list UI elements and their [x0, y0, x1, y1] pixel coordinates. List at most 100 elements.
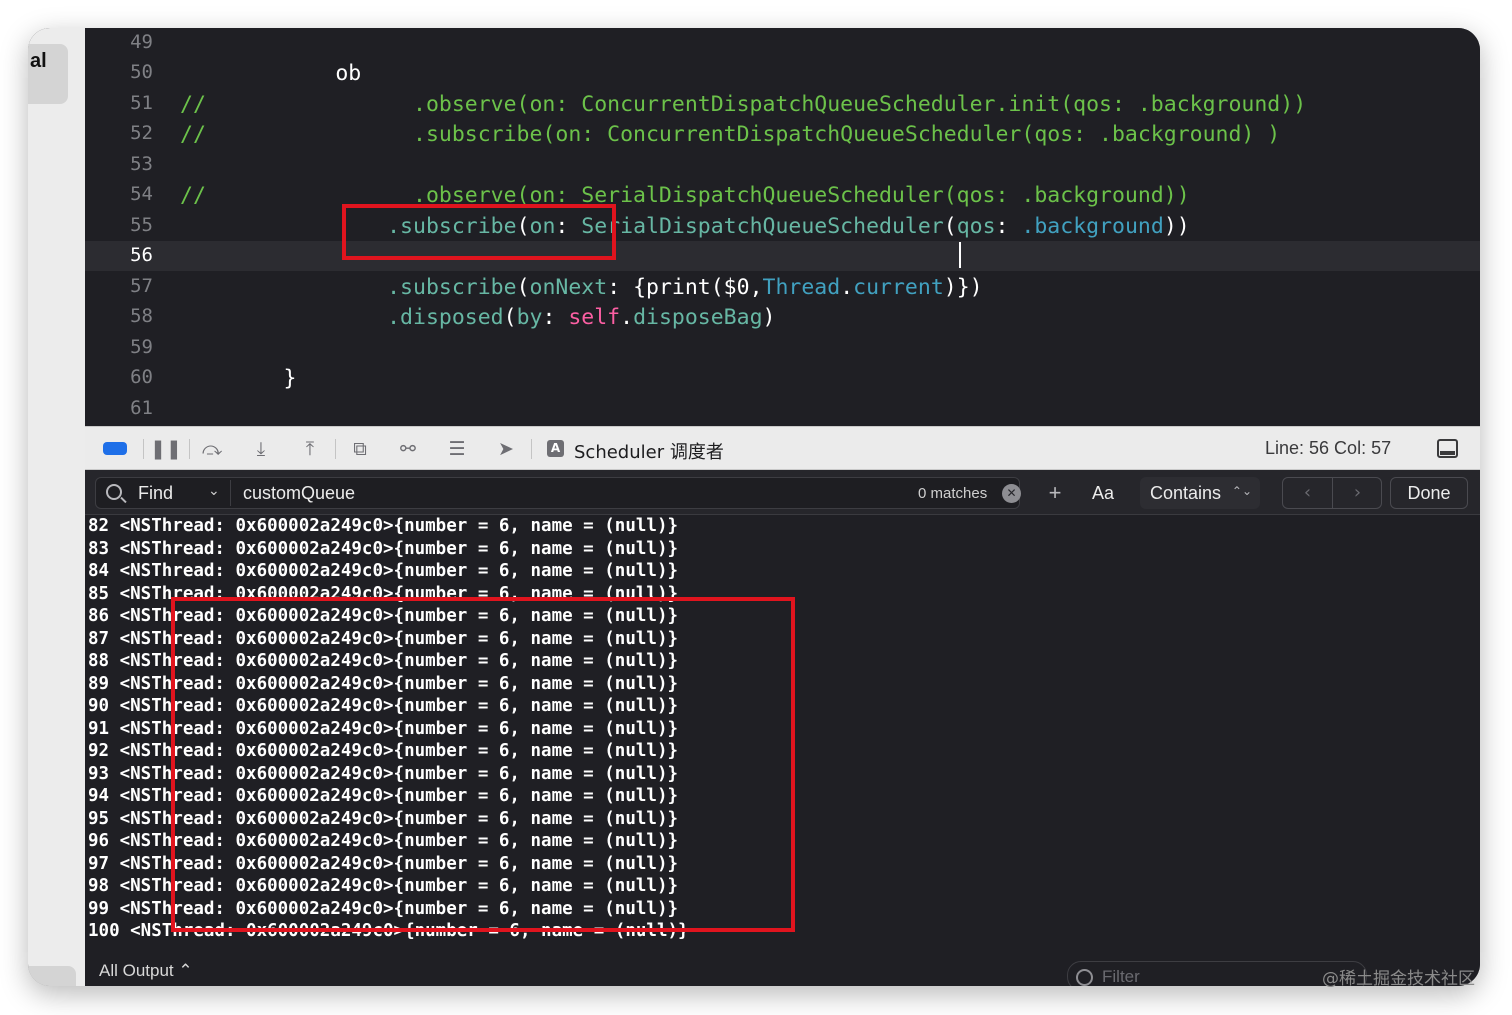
step-into-icon[interactable]: ⤓: [248, 436, 274, 462]
navigator-tab[interactable]: al: [28, 44, 68, 104]
match-type-select[interactable]: Contains ⌃⌄: [1140, 477, 1260, 509]
view-hierarchy-icon[interactable]: ⧉: [347, 436, 373, 462]
environment-overrides-icon[interactable]: ☰: [444, 436, 470, 462]
pause-icon[interactable]: ❚❚: [150, 436, 182, 462]
property-token: .background: [1021, 214, 1164, 239]
property-token: current: [853, 275, 944, 300]
previous-result-icon[interactable]: ‹: [1283, 482, 1332, 503]
label-token: onNext: [529, 275, 608, 300]
punct-token: (: [503, 305, 517, 330]
toolbar-divider: [335, 439, 336, 459]
code-line: 52 // .subscribe(on: ConcurrentDispatchQ…: [85, 119, 1480, 149]
app-icon: A: [547, 440, 564, 457]
line-number: 53: [130, 153, 153, 175]
label-token: qos: [956, 214, 996, 239]
code-text: // .observe(on: ConcurrentDispatchQueueS…: [180, 92, 1306, 117]
chevron-down-icon[interactable]: ⌄: [208, 483, 220, 499]
punct-token: (: [943, 214, 957, 239]
next-result-icon[interactable]: ›: [1333, 482, 1382, 503]
code-text: // .observe(on: SerialDispatchQueueSched…: [180, 183, 1190, 208]
find-mode-menu[interactable]: Find: [138, 483, 173, 504]
output-selector[interactable]: All Output ⌃: [99, 961, 193, 981]
scheme-label[interactable]: Scheduler 调度者: [574, 438, 724, 464]
type-token: Thread: [762, 275, 841, 300]
line-number: 56: [130, 244, 153, 266]
comment-marker: //: [180, 183, 206, 208]
add-pattern-button[interactable]: +: [1043, 477, 1067, 509]
line-number: 60: [130, 366, 153, 388]
console-output[interactable]: 82 <NSThread: 0x600002a249c0>{number = 6…: [85, 515, 1480, 986]
find-input[interactable]: customQueue: [243, 483, 355, 504]
line-number: 61: [130, 397, 153, 419]
code-line: 59: [85, 333, 1480, 363]
commented-code: .observe(on: ConcurrentDispatchQueueSche…: [205, 92, 1307, 117]
annotation-box-code: [342, 204, 616, 260]
filter-icon: [1076, 969, 1093, 986]
commented-code: .subscribe(on: ConcurrentDispatchQueueSc…: [205, 122, 1281, 147]
punct-token: .: [840, 275, 854, 300]
line-number: 58: [130, 305, 153, 327]
line-number: 52: [130, 122, 153, 144]
match-type-label: Contains: [1150, 482, 1222, 503]
code-line: 55 .subscribe(on: SerialDispatchQueueSch…: [85, 211, 1480, 241]
type-token: SerialDispatchQueueScheduler: [581, 214, 944, 239]
line-number: 54: [130, 183, 153, 205]
field-divider: [230, 480, 231, 506]
annotation-box-console: [171, 597, 795, 932]
line-number: 59: [130, 336, 153, 358]
line-number: 57: [130, 275, 153, 297]
toolbar-divider: [189, 439, 190, 459]
match-case-button[interactable]: Aa: [1087, 477, 1119, 509]
breakpoints-toggle-icon[interactable]: [103, 442, 127, 455]
cursor-position: Line: 56 Col: 57: [1265, 438, 1392, 458]
code-text: // .subscribe(on: ConcurrentDispatchQueu…: [180, 122, 1280, 147]
line-number: 49: [130, 31, 153, 53]
punct-token: )}): [943, 275, 983, 300]
step-over-icon[interactable]: ⤼: [199, 436, 225, 462]
done-button[interactable]: Done: [1390, 477, 1468, 509]
keyword-token: self: [568, 305, 621, 330]
code-line: 50 ob: [85, 58, 1480, 88]
property-token: disposeBag: [633, 305, 763, 330]
code-text: ob: [180, 61, 362, 86]
toolbar-divider: [143, 439, 144, 459]
navigator-footer: [28, 966, 76, 986]
memory-graph-icon[interactable]: ⚯: [395, 436, 421, 462]
punct-token: :: [995, 214, 1022, 239]
punct-token: : {print($0,: [607, 275, 763, 300]
method-token: .subscribe: [387, 275, 517, 300]
log-line: 84 <NSThread: 0x600002a249c0>{number = 6…: [88, 561, 679, 581]
find-bar: Find ⌄ customQueue 0 matches ✕ + Aa Cont…: [85, 470, 1480, 515]
match-count: 0 matches: [918, 485, 988, 502]
updown-chevron-icon: ⌃⌄: [1231, 484, 1252, 498]
panel-toggle-icon[interactable]: [1437, 439, 1458, 458]
comment-marker: //: [180, 92, 206, 117]
code-text: .disposed(by: self.disposeBag): [180, 305, 775, 330]
punct-token: (: [516, 275, 530, 300]
line-number: 50: [130, 61, 153, 83]
filter-placeholder: Filter: [1102, 967, 1140, 986]
console-footer: All Output ⌃ Filter: [85, 961, 1480, 986]
code-line-current: 56: [85, 241, 1480, 271]
label-token: by: [516, 305, 543, 330]
punct-token: )): [1163, 214, 1190, 239]
watermark: @稀土掘金技术社区: [1322, 969, 1475, 989]
find-field[interactable]: Find ⌄ customQueue 0 matches ✕: [95, 477, 1021, 509]
code-line: 61: [85, 394, 1480, 424]
navigator-strip: al: [28, 28, 85, 986]
method-token: .disposed: [387, 305, 504, 330]
code-text: .subscribe(on: SerialDispatchQueueSchedu…: [180, 214, 1190, 239]
code-line: 57 .subscribe(onNext: {print($0,Thread.c…: [85, 272, 1480, 302]
punct-token: .: [620, 305, 634, 330]
search-icon: [106, 484, 122, 500]
line-number: 51: [130, 92, 153, 114]
simulate-location-icon[interactable]: ➤: [493, 436, 519, 462]
code-line: 60 }: [85, 363, 1480, 393]
code-line: 49: [85, 28, 1480, 58]
step-out-icon[interactable]: ⤒: [297, 436, 323, 462]
code-line: 53: [85, 150, 1480, 180]
clear-icon[interactable]: ✕: [1002, 484, 1021, 503]
code-text: .subscribe(onNext: {print($0,Thread.curr…: [180, 275, 983, 300]
code-editor[interactable]: 49 50 ob 51 // .observe(on: ConcurrentDi…: [85, 28, 1480, 426]
